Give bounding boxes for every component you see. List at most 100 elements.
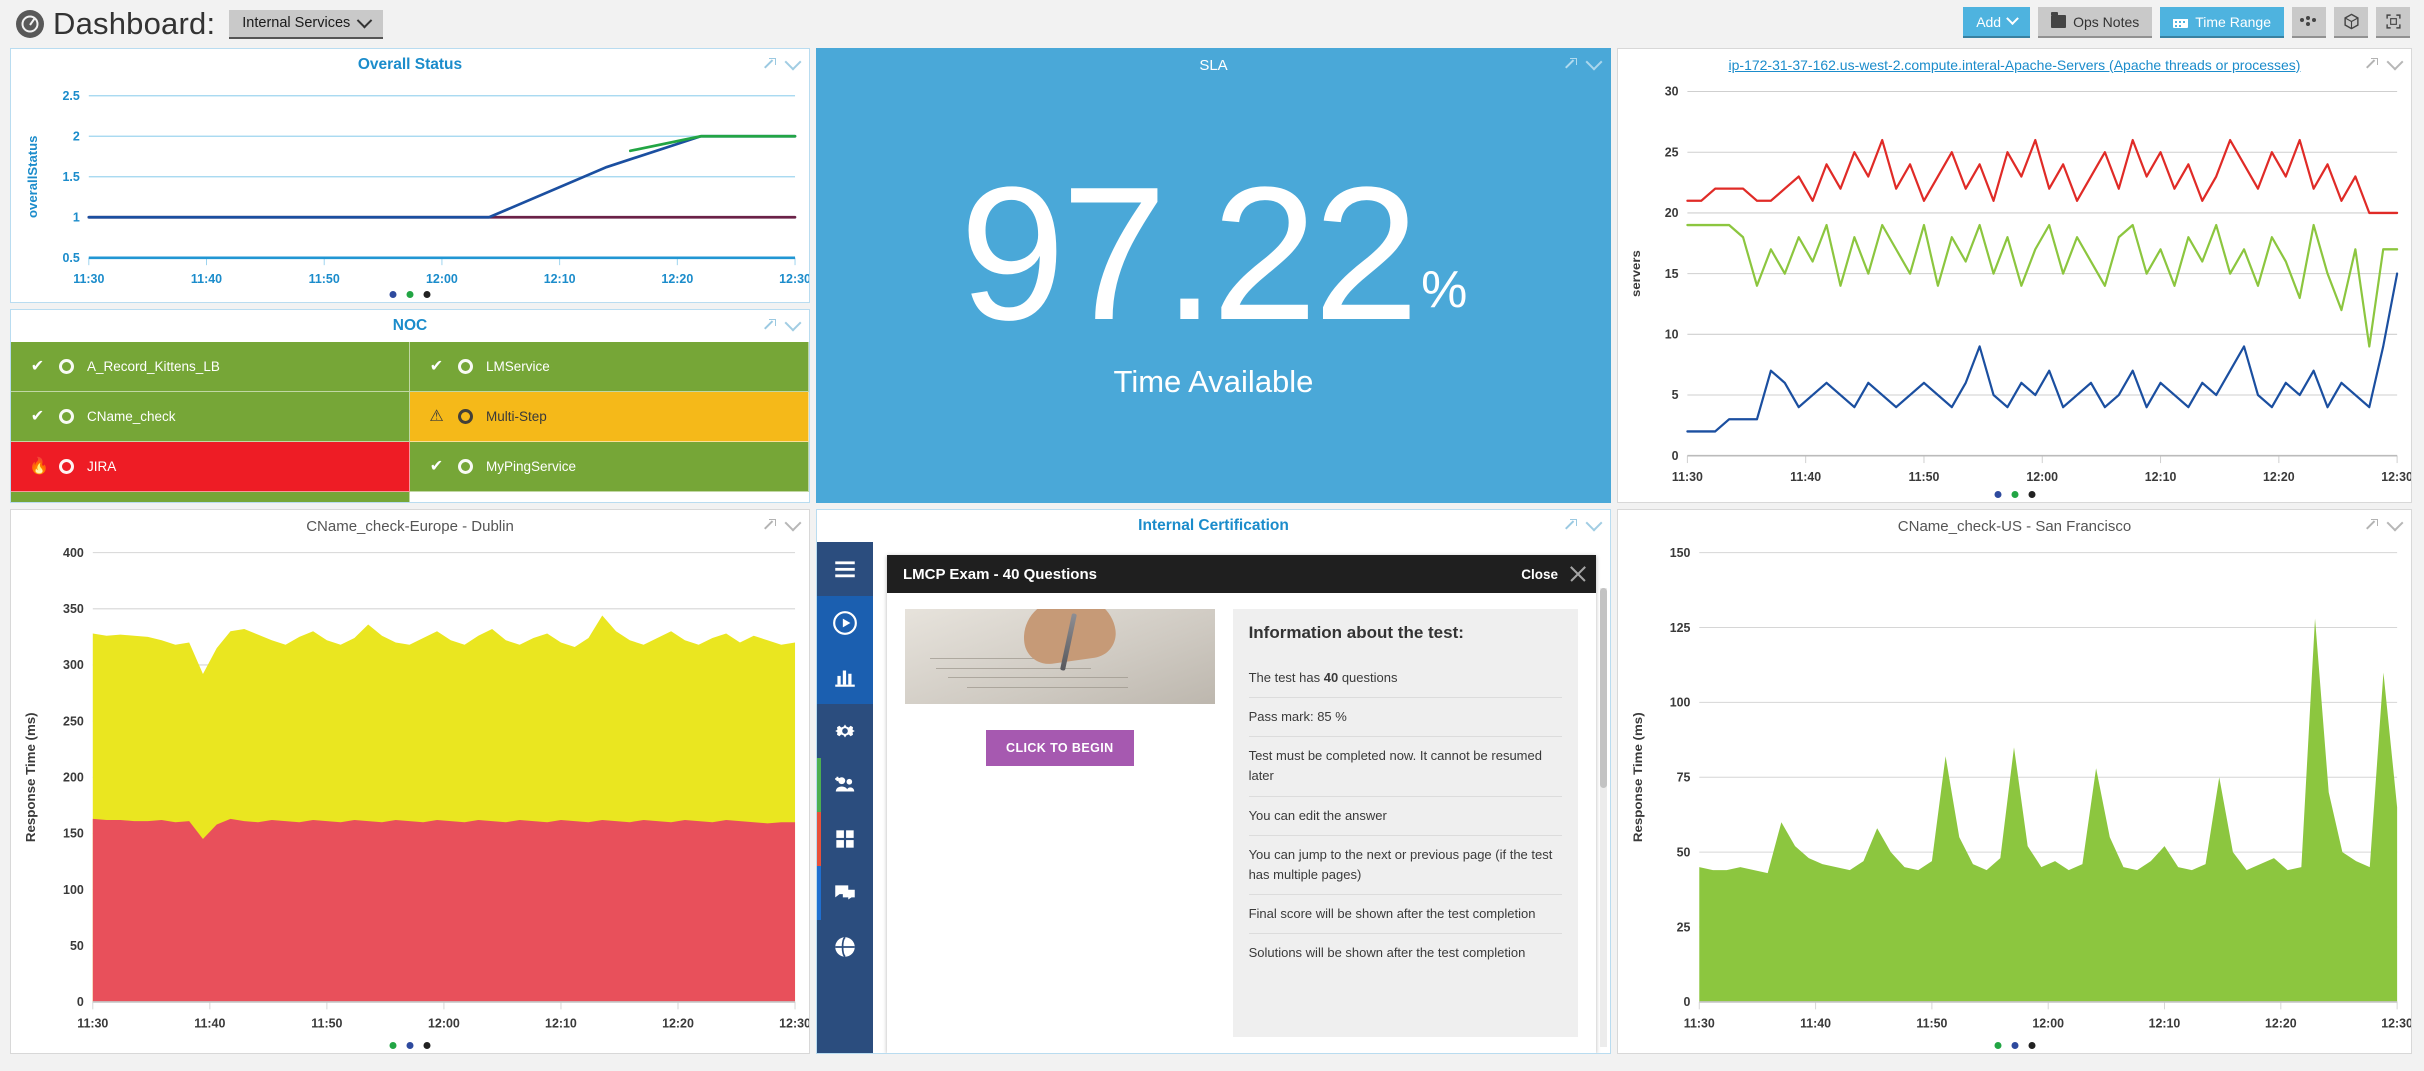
panel-header: SLA (817, 49, 1610, 81)
chevron-down-icon[interactable] (784, 53, 802, 71)
expand-icon[interactable] (1563, 57, 1577, 71)
check-icon: ✔ (429, 457, 444, 475)
chart-dublin[interactable]: 0 50 100 150 200 250 300 350 400 11:30 11:40 11:50 1… (11, 542, 809, 1053)
chart-apache-servers[interactable]: 0 5 10 15 20 25 30 11:30 11:40 11:50 12:00 12:10 12:… (1618, 81, 2411, 502)
add-users-icon[interactable] (817, 758, 873, 812)
noc-service-item[interactable]: ✔LMCertification (11, 492, 410, 502)
play-circle-icon[interactable] (817, 596, 873, 650)
info-panel-title: Information about the test: (1248, 623, 1464, 642)
noc-service-item[interactable]: ✔ LMService (410, 342, 809, 392)
noc-service-item[interactable]: ✔ A_Record_Kittens_LB (11, 342, 410, 392)
svg-text:11:30: 11:30 (1684, 1015, 1715, 1031)
noc-service-label: CName_check (87, 409, 176, 424)
expand-icon[interactable] (2364, 57, 2378, 71)
panel-dublin: CName_check-Europe - Dublin 0 50 100 150 200… (10, 509, 810, 1054)
add-button[interactable]: Add (1963, 7, 2031, 38)
click-to-begin-button[interactable]: CLICK TO BEGIN (986, 730, 1134, 766)
chart-sanfrancisco[interactable]: 0 25 50 75 100 125 150 11:30 11:40 11:50 12:00 12:1… (1618, 542, 2411, 1053)
svg-text:350: 350 (63, 601, 84, 616)
svg-text:servers: servers (1628, 250, 1643, 297)
modal-close-label[interactable]: Close (1521, 567, 1558, 582)
svg-text:1: 1 (73, 209, 80, 224)
fullscreen-icon (2385, 14, 2401, 29)
panel-header: Internal Certification (817, 510, 1610, 542)
dashboard-select[interactable]: Internal Services (229, 9, 384, 39)
hamburger-menu-icon[interactable] (817, 542, 873, 596)
bar-chart-icon[interactable] (817, 650, 873, 704)
svg-text:12:30: 12:30 (2381, 469, 2411, 484)
noc-service-list: ✔ A_Record_Kittens_LB ✔ LMService ✔ CName_che… (11, 342, 809, 502)
chevron-down-icon[interactable] (2386, 514, 2404, 532)
cube-3d-button[interactable] (2334, 7, 2368, 38)
modal-scrollbar-thumb[interactable] (1600, 588, 1607, 788)
globe-icon[interactable] (817, 920, 873, 974)
panel-title[interactable]: ip-172-31-37-162.us-west-2.compute.inter… (1729, 57, 2301, 73)
expand-icon[interactable] (2364, 518, 2378, 532)
svg-text:12:00: 12:00 (426, 271, 458, 286)
svg-text:12:20: 12:20 (2263, 469, 2295, 484)
exam-photo-image (905, 609, 1215, 704)
svg-text:11:50: 11:50 (309, 271, 340, 286)
fullscreen-button[interactable] (2376, 7, 2410, 38)
noc-service-label: LMService (486, 359, 550, 374)
certification-sidebar (817, 542, 873, 1053)
noc-service-item[interactable]: 🔥 JIRA (11, 442, 410, 492)
add-button-label: Add (1976, 13, 2002, 30)
panel-noc: NOC ✔ A_Record_Kittens_LB ✔ LMService ✔ CName… (10, 309, 810, 503)
noc-service-item[interactable]: ✔ CName_check (11, 392, 410, 442)
modal-body: CLICK TO BEGIN Information about the tes… (887, 593, 1596, 1053)
svg-text:11:40: 11:40 (191, 271, 222, 286)
expand-icon[interactable] (762, 318, 776, 332)
ops-notes-button[interactable]: Ops Notes (2038, 7, 2153, 38)
grid-tiles-icon[interactable] (817, 812, 873, 866)
calendar-icon (2173, 15, 2189, 28)
chart-page-dots[interactable] (1994, 491, 2035, 498)
svg-text:12:30: 12:30 (779, 1015, 809, 1030)
svg-text:Response Time (ms): Response Time (ms) (23, 712, 38, 842)
time-range-button[interactable]: Time Range (2160, 7, 2284, 38)
svg-text:12:00: 12:00 (428, 1015, 460, 1030)
chevron-down-icon[interactable] (784, 314, 802, 332)
more-dots-icon (2300, 15, 2318, 28)
gear-icon[interactable] (817, 704, 873, 758)
expand-icon[interactable] (1563, 518, 1577, 532)
chevron-down-icon[interactable] (1585, 53, 1603, 71)
svg-text:300: 300 (63, 657, 84, 672)
panel-header: CName_check-US - San Francisco (1618, 510, 2411, 542)
panel-sanfrancisco: CName_check-US - San Francisco 0 25 50 75 10… (1617, 509, 2412, 1054)
info-item: You can jump to the next or previous pag… (1248, 834, 1562, 894)
panel-tools (762, 314, 802, 332)
panel-title: Overall Status (357, 56, 463, 73)
service-badge-icon (458, 359, 473, 374)
noc-service-label: A_Record_Kittens_LB (87, 359, 220, 374)
chart-page-dots[interactable] (1994, 1042, 2035, 1049)
close-icon[interactable] (1566, 562, 1590, 586)
chevron-down-icon[interactable] (784, 514, 802, 532)
panel-body: 0 50 100 150 200 250 300 350 400 11:30 11:40 11:50 1… (11, 542, 809, 1053)
chart-page-dots[interactable] (389, 291, 431, 298)
dashboard-grid: Overall Status 0.5 1 1.5 2 2.5 11:30 11:40 11:5… (0, 48, 2424, 1071)
svg-text:11:50: 11:50 (1908, 469, 1939, 484)
chevron-down-icon[interactable] (2386, 53, 2404, 71)
flame-alert-icon: 🔥 (29, 457, 49, 475)
svg-text:25: 25 (1665, 144, 1679, 159)
panel-apache-servers: ip-172-31-37-162.us-west-2.compute.inter… (1617, 48, 2412, 503)
more-dots-button[interactable] (2292, 7, 2326, 38)
panel-title: SLA (1199, 56, 1228, 74)
panel-body: 0 25 50 75 100 125 150 11:30 11:40 11:50 12:00 12:1… (1618, 542, 2411, 1053)
svg-text:2.5: 2.5 (63, 88, 80, 103)
sla-body: 97.22 % Time Available (817, 81, 1610, 502)
check-icon: ✔ (30, 357, 45, 375)
chevron-down-icon[interactable] (1585, 514, 1603, 532)
chat-bubbles-icon[interactable] (817, 866, 873, 920)
expand-icon[interactable] (762, 518, 776, 532)
panel-body: 0 5 10 15 20 25 30 11:30 11:40 11:50 12:00 12:10 12:… (1618, 81, 2411, 502)
panel-overall-status: Overall Status 0.5 1 1.5 2 2.5 11:30 11:40 11:5… (10, 48, 810, 303)
svg-text:12:00: 12:00 (2032, 1015, 2064, 1031)
chart-page-dots[interactable] (389, 1042, 431, 1049)
expand-icon[interactable] (762, 57, 776, 71)
noc-service-item[interactable]: ⚠ Multi-Step (410, 392, 809, 442)
noc-service-item[interactable]: ✔ MyPingService (410, 442, 809, 492)
svg-text:overallStatus: overallStatus (25, 136, 40, 218)
chart-overall-status[interactable]: 0.5 1 1.5 2 2.5 11:30 11:40 11:50 12:00 12:10 12:2… (11, 81, 809, 302)
